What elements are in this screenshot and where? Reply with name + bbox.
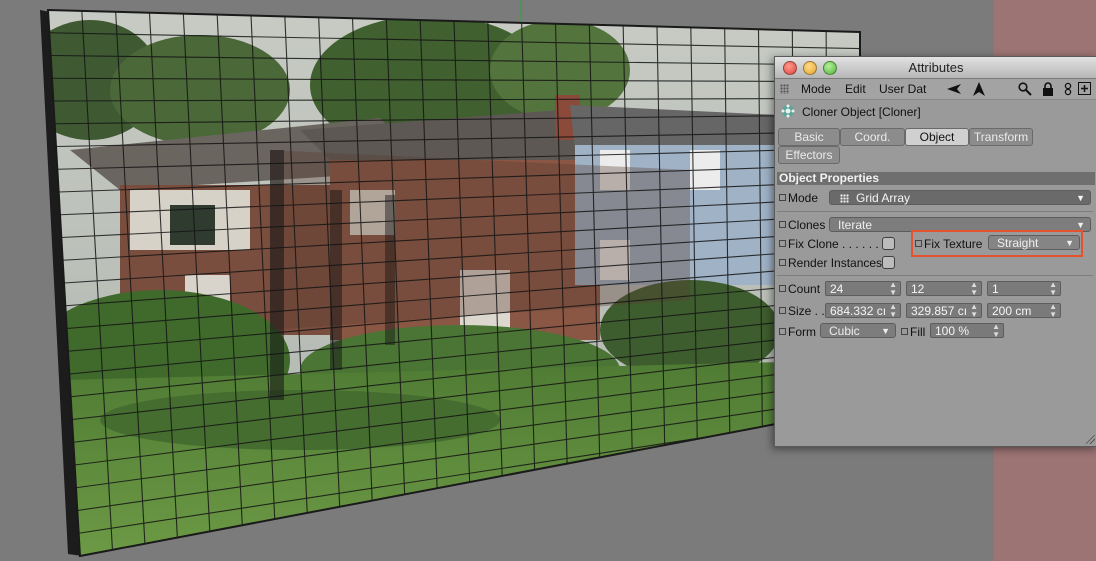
size-label: Size . . [779, 304, 825, 318]
animation-dot[interactable] [901, 328, 908, 336]
size-z-field[interactable]: 200 cm ▲ ▼ [987, 303, 1061, 318]
stepper-icon[interactable]: ▲ ▼ [1049, 282, 1057, 295]
mode-value: Grid Array [856, 191, 911, 205]
menu-bar: Mode Edit User Dat [775, 79, 1096, 100]
mode-dropdown[interactable]: Grid Array ▼ [829, 190, 1091, 205]
resize-handle[interactable] [1086, 435, 1095, 444]
mode-label: Mode [779, 191, 818, 205]
fill-value: 100 % [935, 324, 970, 338]
fill-field[interactable]: 100 % ▲ ▼ [930, 323, 1004, 338]
chevron-down-icon: ▼ [881, 326, 890, 336]
cloner-icon [781, 104, 795, 118]
arrow-left-icon[interactable] [947, 81, 961, 96]
tab-transform[interactable]: Transform [969, 128, 1033, 146]
attributes-window: Attributes Mode Edit User Dat Cloner Obj… [774, 56, 1096, 447]
window-title: Attributes [908, 60, 964, 75]
count-label: Count [779, 282, 820, 296]
form-dropdown[interactable]: Cubic ▼ [820, 323, 896, 338]
divider [777, 275, 1093, 276]
size-y-value: 329.857 cı [911, 304, 968, 318]
form-value: Cubic [829, 324, 860, 338]
size-x-value: 684.332 cı [830, 304, 887, 318]
clones-value: Iterate [838, 218, 873, 232]
lock-icon[interactable] [1041, 81, 1055, 96]
grip-icon[interactable] [780, 84, 789, 94]
clones-label: Clones [779, 218, 825, 232]
count-z-field[interactable]: 1 ▲ ▼ [987, 281, 1061, 296]
stepper-icon[interactable]: ▲ ▼ [889, 282, 897, 295]
stepper-icon[interactable]: ▲ ▼ [1049, 304, 1057, 317]
object-title: Cloner Object [Cloner] [802, 105, 921, 119]
size-y-field[interactable]: 329.857 cı ▲ ▼ [906, 303, 982, 318]
tab-effectors[interactable]: Effectors [778, 146, 840, 164]
menu-mode[interactable]: Mode [801, 82, 831, 96]
animation-dot[interactable] [779, 328, 786, 336]
object-header: Cloner Object [Cloner] [775, 100, 1096, 122]
size-z-value: 200 cm [992, 304, 1032, 318]
animation-dot[interactable] [779, 285, 786, 293]
grid-array-icon [840, 194, 849, 203]
chevron-down-icon: ▼ [1076, 193, 1085, 203]
animation-dot[interactable] [779, 307, 786, 315]
count-y-field[interactable]: 12 ▲ ▼ [906, 281, 982, 296]
animation-dot[interactable] [779, 221, 786, 229]
search-icon[interactable] [1018, 81, 1032, 96]
fix-clone-checkbox[interactable] [882, 237, 895, 250]
size-x-field[interactable]: 684.332 cı ▲ ▼ [825, 303, 901, 318]
stepper-icon[interactable]: ▲ ▼ [889, 304, 897, 317]
tab-coord[interactable]: Coord. [840, 128, 905, 146]
arrow-up-icon[interactable] [972, 81, 986, 96]
animation-dot[interactable] [779, 194, 786, 202]
animation-dot[interactable] [779, 259, 786, 267]
fix-clone-label: Fix Clone . . . . . . [779, 237, 879, 251]
stepper-icon[interactable]: ▲ ▼ [970, 282, 978, 295]
count-y-value: 12 [911, 282, 925, 296]
animation-dot[interactable] [779, 240, 786, 248]
count-z-value: 1 [992, 282, 999, 296]
title-bar[interactable]: Attributes [775, 57, 1096, 79]
fix-texture-highlight [911, 230, 1083, 257]
new-panel-icon[interactable] [1077, 81, 1091, 96]
stepper-icon[interactable]: ▲ ▼ [992, 324, 1000, 337]
form-label: Form [779, 325, 816, 339]
tab-object[interactable]: Object [905, 128, 969, 146]
count-x-value: 24 [830, 282, 844, 296]
menu-edit[interactable]: Edit [845, 82, 866, 96]
stepper-icon[interactable]: ▲ ▼ [970, 304, 978, 317]
render-instances-checkbox[interactable] [882, 256, 895, 269]
section-header: Object Properties [777, 172, 1095, 185]
menu-user-data[interactable]: User Dat [879, 82, 926, 96]
link-icon[interactable] [1061, 81, 1075, 96]
fill-label: Fill [901, 325, 925, 339]
tab-basic[interactable]: Basic [778, 128, 840, 146]
render-instances-label: Render Instances [779, 256, 882, 270]
count-x-field[interactable]: 24 ▲ ▼ [825, 281, 901, 296]
divider [777, 211, 1093, 212]
